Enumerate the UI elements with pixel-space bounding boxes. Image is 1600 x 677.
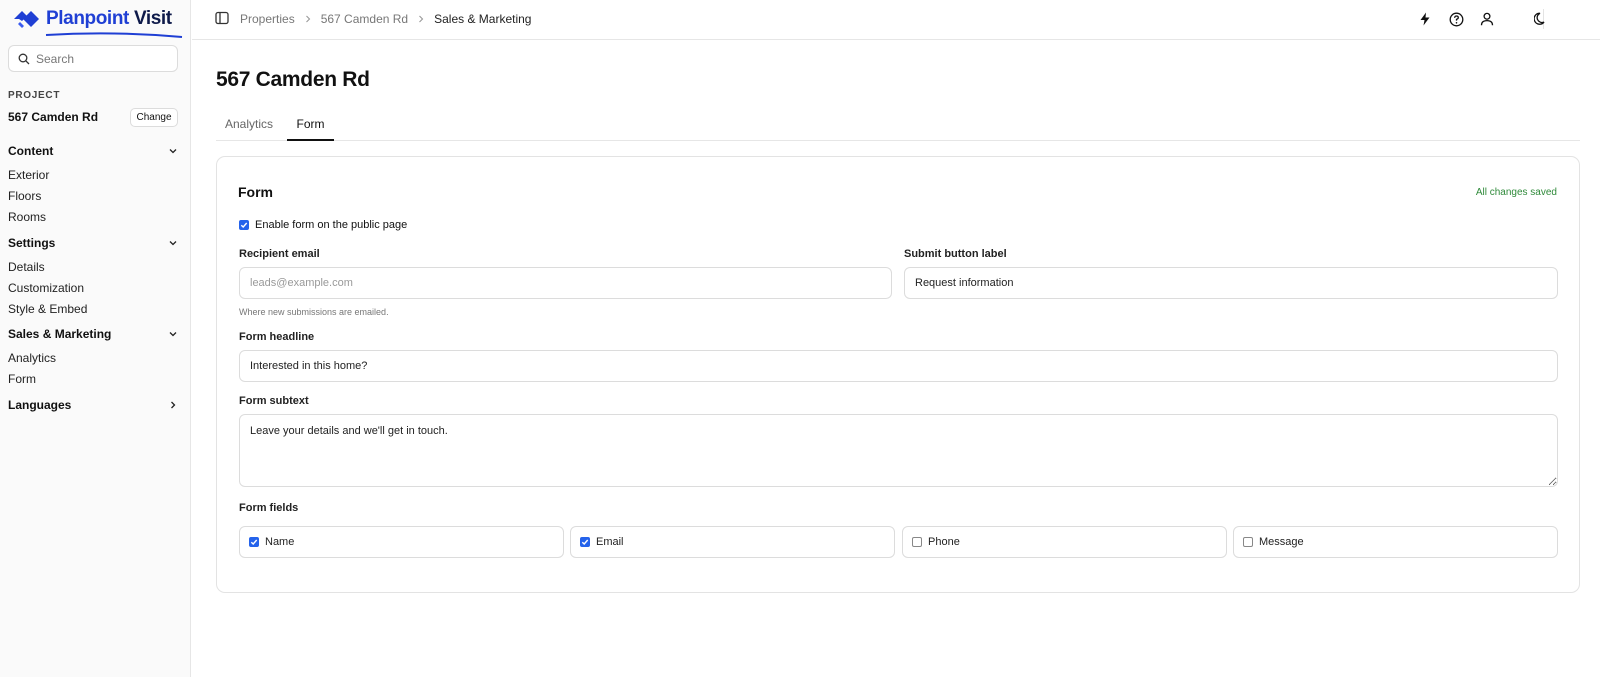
form-subtext-textarea[interactable]: Leave your details and we'll get in touc… bbox=[239, 414, 1558, 487]
sidebar-group-languages[interactable]: Languages bbox=[8, 396, 178, 414]
breadcrumb-current: Sales & Marketing bbox=[434, 12, 532, 26]
chevron-right-icon bbox=[304, 15, 312, 23]
chevron-right-icon bbox=[168, 400, 178, 410]
form-field-message-option[interactable]: Message bbox=[1233, 526, 1558, 558]
planpoint-logo-icon bbox=[14, 11, 39, 28]
breadcrumb-properties[interactable]: Properties bbox=[240, 12, 295, 26]
enable-form-label: Enable form on the public page bbox=[255, 219, 408, 231]
save-status: All changes saved bbox=[1475, 187, 1557, 198]
breadcrumb-project[interactable]: 567 Camden Rd bbox=[321, 12, 408, 26]
submit-label-input[interactable] bbox=[904, 267, 1558, 299]
enable-form-toggle[interactable]: Enable form on the public page bbox=[239, 219, 407, 231]
checkbox-unchecked-icon[interactable] bbox=[1243, 537, 1253, 547]
logo-text: Planpoint Visit bbox=[46, 8, 172, 30]
sidebar-group-sales-marketing[interactable]: Sales & Marketing bbox=[8, 325, 178, 343]
tab-analytics[interactable]: Analytics bbox=[216, 114, 282, 141]
help-icon[interactable] bbox=[1447, 10, 1465, 28]
card-title: Form bbox=[238, 184, 273, 200]
sidebar-group-label: Languages bbox=[8, 398, 72, 412]
form-field-phone-option[interactable]: Phone bbox=[902, 526, 1227, 558]
user-icon[interactable] bbox=[1478, 10, 1496, 28]
form-field-label: Name bbox=[265, 536, 295, 548]
sidebar-item-floors[interactable]: Floors bbox=[8, 189, 41, 203]
moon-icon[interactable] bbox=[1532, 10, 1550, 28]
recipient-email-label: Recipient email bbox=[239, 248, 320, 260]
search-box[interactable] bbox=[8, 45, 178, 72]
sidebar-item-exterior[interactable]: Exterior bbox=[8, 168, 49, 182]
form-field-email-option[interactable]: Email bbox=[570, 526, 895, 558]
sidebar-group-label: Sales & Marketing bbox=[8, 327, 112, 341]
sidebar-group-label: Settings bbox=[8, 236, 56, 250]
tab-bar: Analytics Form bbox=[216, 114, 1580, 141]
sidebar-group-content[interactable]: Content bbox=[8, 142, 178, 160]
form-field-label: Email bbox=[596, 536, 624, 548]
sidebar-item-customization[interactable]: Customization bbox=[8, 281, 84, 295]
checkbox-unchecked-icon[interactable] bbox=[912, 537, 922, 547]
checkbox-checked-icon[interactable] bbox=[249, 537, 259, 547]
search-icon bbox=[18, 53, 30, 64]
recipient-email-input[interactable] bbox=[239, 267, 892, 299]
checkbox-checked-icon[interactable] bbox=[239, 220, 249, 230]
form-settings-card: Form All changes saved Enable form on th… bbox=[216, 156, 1580, 593]
form-field-label: Message bbox=[1259, 536, 1304, 548]
logo-swoosh-icon bbox=[45, 32, 183, 38]
logo[interactable]: Planpoint Visit bbox=[14, 7, 183, 38]
chevron-down-icon bbox=[168, 238, 178, 248]
project-label: PROJECT bbox=[8, 90, 61, 101]
sidebar-toggle-icon[interactable] bbox=[215, 11, 229, 28]
sidebar-item-style-embed[interactable]: Style & Embed bbox=[8, 302, 87, 316]
recipient-email-hint: Where new submissions are emailed. bbox=[239, 307, 389, 317]
page-title: 567 Camden Rd bbox=[216, 68, 370, 91]
form-field-label: Phone bbox=[928, 536, 960, 548]
top-bar: Properties 567 Camden Rd Sales & Marketi… bbox=[192, 0, 1600, 40]
lightning-icon[interactable] bbox=[1416, 10, 1434, 28]
logo-word-visit: Visit bbox=[133, 8, 172, 29]
chevron-down-icon bbox=[168, 329, 178, 339]
chevron-down-icon bbox=[168, 146, 178, 156]
logo-word-planpoint: Planpoint bbox=[46, 8, 129, 29]
search-input[interactable] bbox=[36, 51, 166, 66]
form-fields-label: Form fields bbox=[239, 502, 299, 514]
form-field-name-option[interactable]: Name bbox=[239, 526, 564, 558]
sidebar-item-form[interactable]: Form bbox=[8, 372, 36, 386]
sidebar-group-label: Content bbox=[8, 144, 54, 158]
sidebar-item-rooms[interactable]: Rooms bbox=[8, 210, 46, 224]
sidebar: PlanpointVisit PROJECT 567 Camden Rd Cha… bbox=[0, 0, 191, 677]
sidebar-group-settings[interactable]: Settings bbox=[8, 234, 178, 252]
checkbox-checked-icon[interactable] bbox=[580, 537, 590, 547]
sidebar-item-details[interactable]: Details bbox=[8, 260, 45, 274]
form-subtext-label: Form subtext bbox=[239, 395, 309, 407]
form-headline-label: Form headline bbox=[239, 331, 315, 343]
sidebar-item-analytics[interactable]: Analytics bbox=[8, 351, 56, 365]
submit-label-label: Submit button label bbox=[904, 248, 1007, 260]
tab-form[interactable]: Form bbox=[287, 114, 334, 141]
project-name: 567 Camden Rd bbox=[8, 110, 99, 124]
breadcrumb: Properties 567 Camden Rd Sales & Marketi… bbox=[240, 12, 531, 26]
change-project-button[interactable]: Change bbox=[130, 108, 178, 127]
chevron-right-icon bbox=[417, 15, 425, 23]
form-headline-input[interactable] bbox=[239, 350, 1558, 382]
